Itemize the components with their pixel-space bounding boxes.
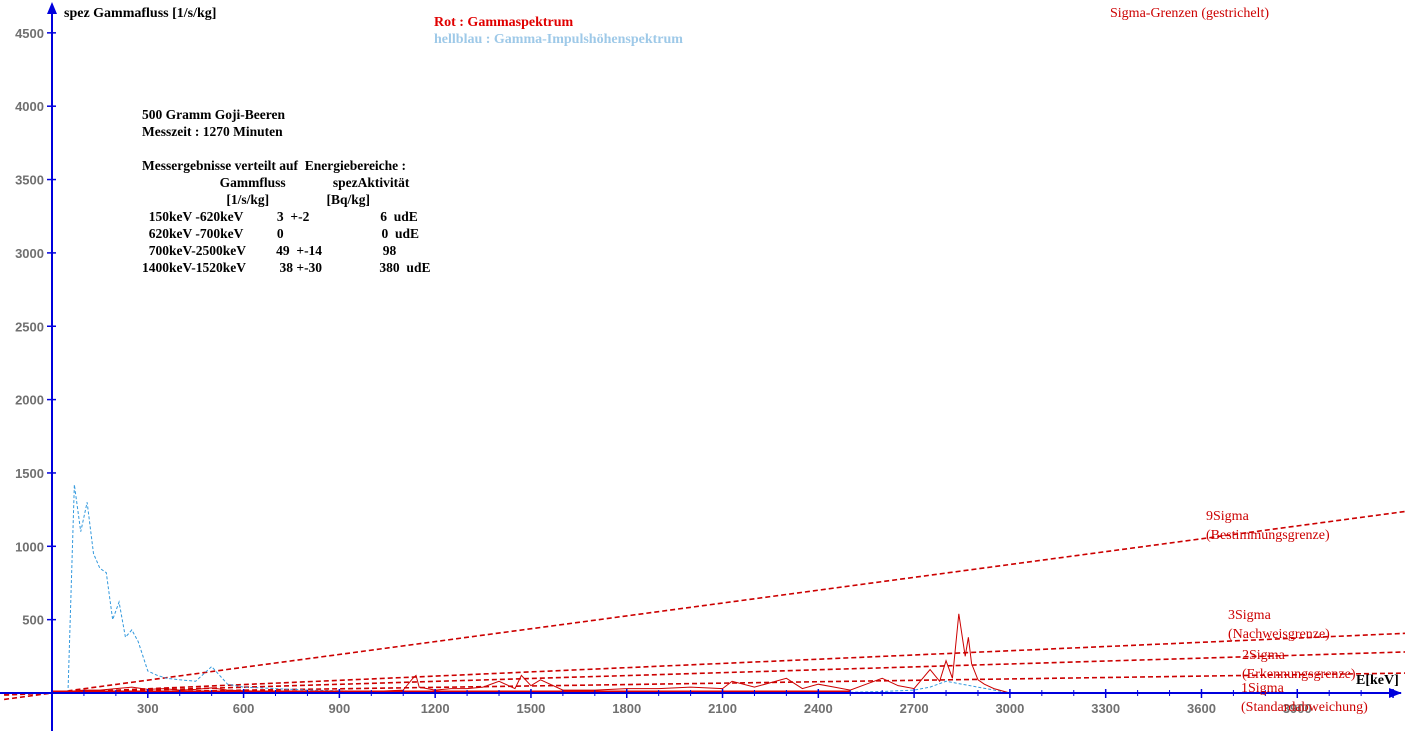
x-tick-label: 2400 <box>804 701 833 716</box>
legend-red-label: Rot : Gammaspektrum <box>434 15 574 30</box>
sigma-label-desc: (Bestimmungsgrenze) <box>1206 528 1330 543</box>
sigma-label-desc: (Erkennungsgrenze) <box>1242 667 1356 682</box>
info-line: 150keV -620keV 3 +-2 6 udE <box>142 209 418 224</box>
x-tick-label: 300 <box>137 701 159 716</box>
y-tick-label: 4000 <box>15 99 44 114</box>
y-tick-label: 2000 <box>15 393 44 408</box>
x-tick-label: 2100 <box>708 701 737 716</box>
info-line: Gammfluss spezAktivität <box>142 175 410 190</box>
x-tick-label: 2700 <box>900 701 929 716</box>
info-line: 1400keV-1520keV 38 +-30 380 udE <box>142 260 430 275</box>
info-line: 500 Gramm Goji-Beeren <box>142 107 285 122</box>
x-tick-label: 600 <box>233 701 255 716</box>
y-tick-label: 2500 <box>15 319 44 334</box>
x-tick-label: 3300 <box>1091 701 1120 716</box>
text-layer: 500 1000 1500 2000 2500 3000 3500 4000 4500 300 60… <box>15 6 1399 716</box>
sigma-label: 2Sigma <box>1242 648 1286 663</box>
chart: 500 1000 1500 2000 2500 3000 3500 4000 4500 300 60… <box>0 2 1405 731</box>
sigma-label: 1Sigma <box>1241 681 1285 696</box>
sigma-line <box>4 632 1405 696</box>
series-layer <box>51 484 1011 694</box>
y-axis-label: spez Gammafluss [1/s/kg] <box>64 6 216 21</box>
info-line: Messzeit : 1270 Minuten <box>142 124 283 139</box>
sigma-label: 3Sigma <box>1228 608 1272 623</box>
sigma-line <box>3 510 1405 701</box>
y-tick-label: 1500 <box>15 466 44 481</box>
sigma-lines <box>3 510 1405 701</box>
x-tick-label: 900 <box>329 701 351 716</box>
x-axis-label: E[keV] <box>1356 673 1399 688</box>
legend-blue-label: hellblau : Gamma-Impulshöhenspektrum <box>434 32 683 47</box>
x-tick-label: 3000 <box>995 701 1024 716</box>
x-tick-label: 1800 <box>612 701 641 716</box>
info-line: [1/s/kg] [Bq/kg] <box>142 192 370 207</box>
sigma-label: 9Sigma <box>1206 509 1250 524</box>
y-axis-arrow <box>47 2 57 14</box>
y-tick-label: 3000 <box>15 246 44 261</box>
legend-sigma-label: Sigma-Grenzen (gestrichelt) <box>1110 6 1269 21</box>
x-tick-label: 3600 <box>1187 701 1216 716</box>
sigma-label-desc: (Nachweisgrenze) <box>1228 627 1330 642</box>
info-line: Messergebnisse verteilt auf Energieberei… <box>142 158 406 173</box>
sigma-label-desc: (Standardabweichung) <box>1241 700 1368 715</box>
series-blue-line <box>67 484 1010 694</box>
y-tick-label: 3500 <box>15 173 44 188</box>
x-tick-label: 1200 <box>421 701 450 716</box>
y-tick-label: 1000 <box>15 539 44 554</box>
x-axis-arrow <box>1389 688 1402 698</box>
info-line: 620keV -700keV 0 0 udE <box>142 226 419 241</box>
x-tick-label: 1500 <box>516 701 545 716</box>
y-tick-label: 500 <box>22 613 44 628</box>
y-tick-label: 4500 <box>15 26 44 41</box>
info-line: 700keV-2500keV 49 +-14 98 <box>142 243 397 258</box>
